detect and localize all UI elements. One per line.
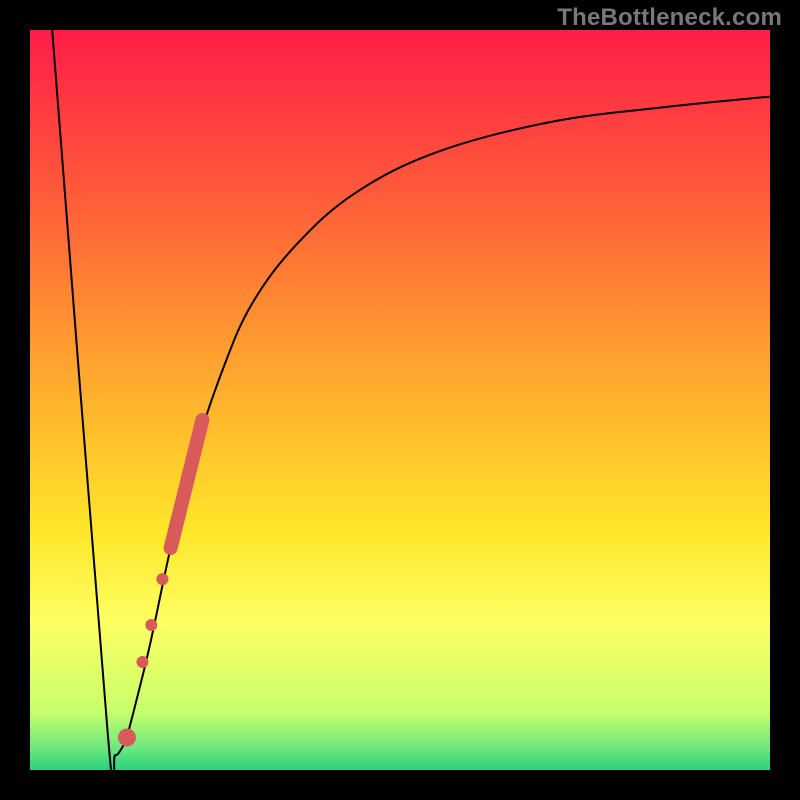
highlight-bar [171,420,203,548]
highlight-point-3 [118,728,136,746]
highlight-point-0 [156,573,168,585]
highlight-point-2 [136,656,148,668]
watermark-text: TheBottleneck.com [557,4,782,32]
highlight-cluster [118,420,202,746]
curve-left-branch [52,30,126,770]
chart-frame: TheBottleneck.com [0,0,800,800]
plot-area [30,30,770,770]
highlight-point-1 [145,619,157,631]
curve-right-branch [126,97,770,741]
curve-layer [30,30,770,770]
